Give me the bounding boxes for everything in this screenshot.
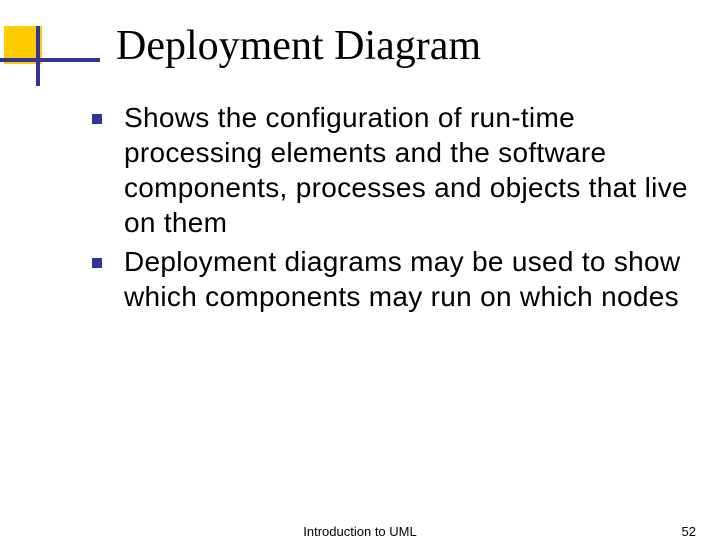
- bullet-item: Shows the configuration of run-time proc…: [92, 100, 690, 240]
- slide-corner-decoration: [0, 26, 100, 86]
- slide-content: Shows the configuration of run-time proc…: [92, 100, 690, 318]
- decoration-horizontal-line: [0, 58, 100, 62]
- footer-title: Introduction to UML: [303, 524, 416, 539]
- bullet-item: Deployment diagrams may be used to show …: [92, 244, 690, 314]
- slide-title: Deployment Diagram: [116, 22, 481, 70]
- bullet-square-icon: [92, 114, 102, 124]
- page-number: 52: [682, 524, 696, 539]
- bullet-text: Deployment diagrams may be used to show …: [124, 244, 690, 314]
- bullet-text: Shows the configuration of run-time proc…: [124, 100, 690, 240]
- bullet-square-icon: [92, 258, 102, 268]
- decoration-vertical-line: [36, 26, 40, 86]
